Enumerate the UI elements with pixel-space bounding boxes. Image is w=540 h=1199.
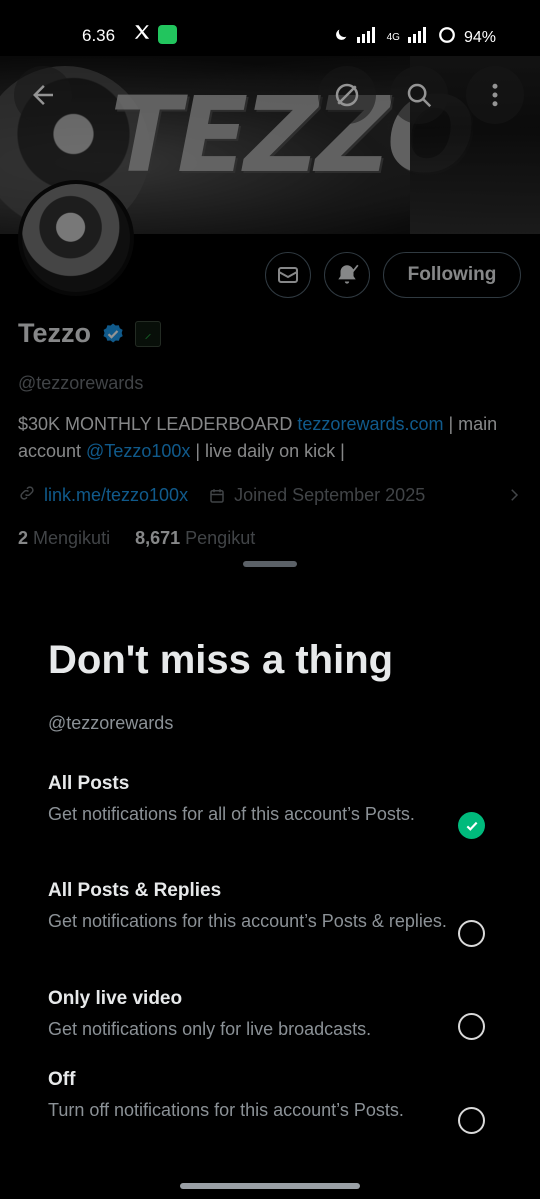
grok-button[interactable]: [318, 66, 376, 124]
check-icon: [466, 821, 477, 831]
notifications-sheet: Don't miss a thing @tezzorewards All Pos…: [0, 552, 540, 1199]
search-icon: [407, 83, 432, 108]
grok-icon: [335, 83, 359, 107]
sheet-title: Don't miss a thing: [48, 638, 394, 682]
followers-label: Pengikut: [185, 528, 256, 548]
following-label: Mengikuti: [33, 528, 111, 548]
profile-actions: Following: [0, 252, 540, 300]
option-only-live-video[interactable]: Only live video Get notifications only f…: [48, 987, 492, 1042]
sheet-drag-handle[interactable]: [243, 561, 297, 567]
search-button[interactable]: [390, 66, 448, 124]
option-off[interactable]: Off Turn off notifications for this acco…: [48, 1068, 492, 1134]
calendar-icon: [210, 488, 224, 503]
option-description: Get notifications for this account’s Pos…: [48, 911, 447, 931]
back-button[interactable]: [14, 66, 72, 124]
battery-level: 94%: [463, 28, 496, 46]
option-title: Off: [48, 1069, 76, 1090]
signal-2-icon: [407, 27, 430, 48]
arrow-left-icon: [33, 85, 53, 105]
profile-meta: link.me/tezzo100x Joined September 2025: [18, 484, 523, 507]
followers-count: 8,671: [135, 528, 181, 548]
name-row: Tezzo ⸝: [18, 318, 161, 349]
affiliate-badge-icon[interactable]: ⸝: [135, 320, 161, 347]
profile-website-link[interactable]: link.me/tezzo100x: [44, 485, 188, 506]
followers-count-link[interactable]: 8,671 Pengikut: [135, 528, 255, 548]
option-title: All Posts & Replies: [48, 880, 222, 901]
verified-badge-icon: [101, 322, 125, 346]
battery-icon: [438, 26, 456, 49]
bio-text-3: | live daily on kick |: [190, 441, 345, 461]
bell-check-icon: [338, 264, 359, 284]
following-count: 2: [18, 528, 29, 548]
notification-bell-button[interactable]: [324, 252, 370, 298]
option-title: Only live video: [48, 988, 183, 1009]
option-description: Turn off notifications for this account’…: [48, 1100, 404, 1120]
joined-text: Joined September 2025: [234, 485, 426, 505]
option-description: Get notifications only for live broadcas…: [48, 1019, 372, 1039]
home-indicator[interactable]: [180, 1183, 360, 1189]
status-icons: 4G 94%: [333, 26, 496, 49]
envelope-icon: [278, 267, 298, 283]
status-bar: 6.36 4G 94%: [0, 0, 540, 56]
status-time: 6.36: [82, 26, 116, 45]
radio-unselected[interactable]: [458, 1013, 485, 1040]
notification-app-icon: [158, 25, 177, 44]
chevron-right-icon[interactable]: [505, 484, 523, 511]
network-type: 4G: [386, 32, 400, 43]
bio-mention-link[interactable]: @Tezzo100x: [86, 441, 190, 461]
radio-selected[interactable]: [458, 812, 485, 839]
profile-handle: @tezzorewards: [18, 373, 144, 393]
radio-unselected[interactable]: [458, 920, 485, 947]
sheet-handle-text: @tezzorewards: [48, 713, 174, 733]
following-count-link[interactable]: 2 Mengikuti: [18, 528, 110, 548]
bio-text-1: $30K MONTHLY LEADERBOARD: [18, 414, 298, 434]
following-button[interactable]: Following: [383, 252, 521, 298]
profile-bio: $30K MONTHLY LEADERBOARD tezzorewards.co…: [18, 411, 523, 465]
option-all-posts[interactable]: All Posts Get notifications for all of t…: [48, 772, 492, 839]
option-title: All Posts: [48, 773, 130, 794]
x-app-icon: [133, 23, 151, 46]
link-icon: [18, 484, 36, 507]
bio-website-link[interactable]: tezzorewards.com: [297, 414, 443, 434]
option-description: Get notifications for all of this accoun…: [48, 804, 415, 824]
signal-icon: [356, 27, 379, 48]
more-button[interactable]: [466, 66, 524, 124]
joined-date: Joined September 2025: [208, 485, 425, 506]
message-button[interactable]: [265, 252, 311, 298]
option-all-posts-replies[interactable]: All Posts & Replies Get notifications fo…: [48, 879, 492, 947]
radio-unselected[interactable]: [458, 1107, 485, 1134]
more-vertical-icon: [492, 83, 498, 107]
moon-icon: [333, 27, 349, 48]
display-name: Tezzo: [18, 318, 91, 348]
follow-counts: 2 Mengikuti 8,671 Pengikut: [18, 528, 255, 549]
